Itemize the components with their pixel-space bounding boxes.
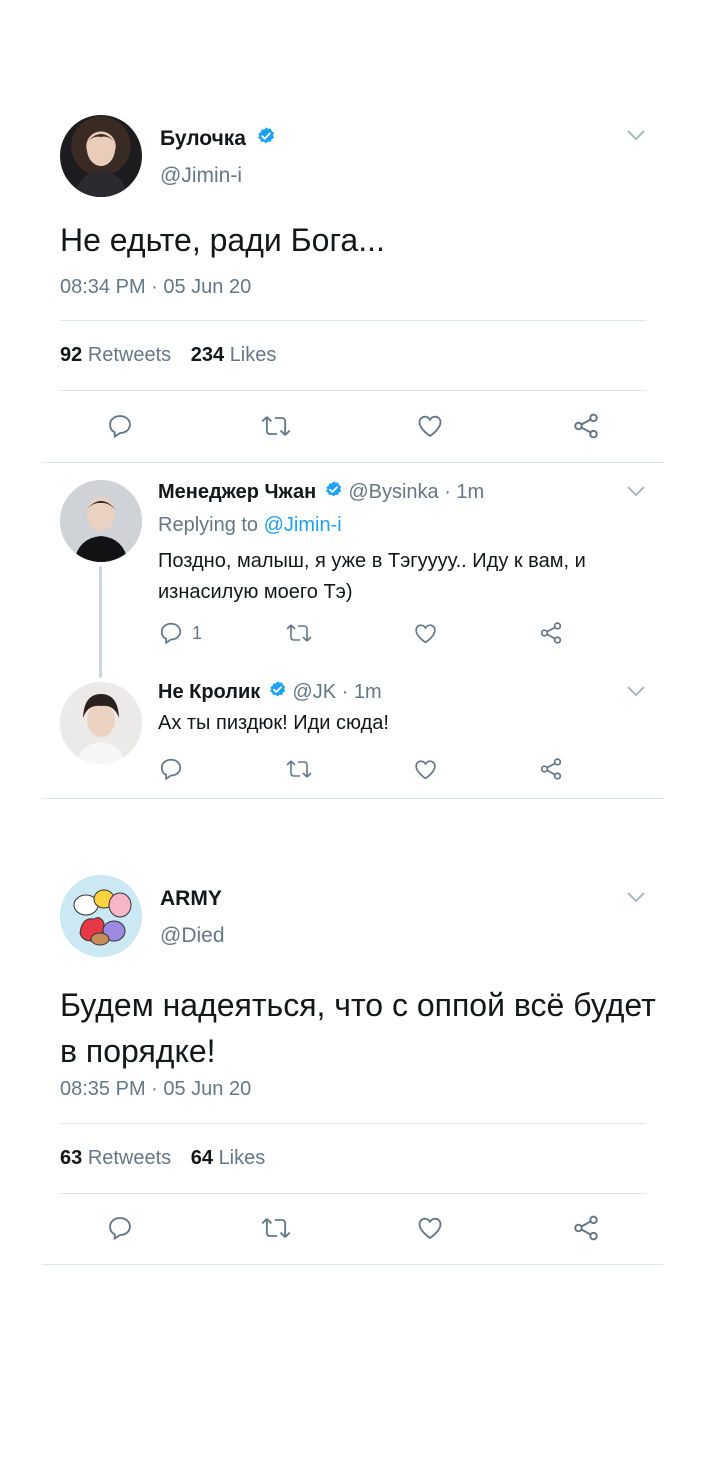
thread-connector-line (99, 566, 102, 678)
share-icon (574, 1215, 598, 1241)
divider (60, 1123, 646, 1124)
likes-count: 64 (190, 1147, 213, 1169)
reply-icon (160, 622, 182, 645)
chevron-down-icon[interactable] (626, 684, 646, 703)
display-name[interactable]: ARMY (160, 887, 222, 910)
reply-icon (160, 758, 182, 781)
avatar-photo-icon (60, 480, 142, 562)
reply-button[interactable] (100, 406, 140, 446)
divider (60, 1193, 646, 1194)
heart-icon (414, 759, 436, 779)
share-icon (574, 413, 598, 439)
retweets-stat[interactable]: 92 Retweets (60, 344, 171, 366)
verified-badge-icon (324, 480, 343, 505)
retweet-icon (286, 760, 312, 778)
chevron-down-icon[interactable] (626, 890, 646, 909)
retweets-count: 63 (60, 1147, 83, 1169)
tweet-text: Будем надеяться, что с оппой всё будет в… (60, 987, 656, 1069)
chevron-down-icon[interactable] (626, 128, 646, 147)
username-handle[interactable]: @Bysinka (348, 481, 438, 503)
divider (42, 462, 664, 463)
avatar-photo-icon (74, 132, 128, 197)
heart-icon (418, 1217, 442, 1240)
retweet-icon (261, 1218, 291, 1238)
verified-badge-icon (256, 126, 276, 153)
chevron-down-icon[interactable] (626, 484, 646, 503)
display-name[interactable]: Менеджер Чжан (158, 481, 316, 503)
divider (42, 1264, 664, 1265)
share-icon (540, 758, 562, 780)
divider (42, 798, 664, 799)
retweet-button[interactable] (256, 1208, 296, 1248)
avatar[interactable] (60, 875, 142, 957)
retweet-button[interactable] (282, 754, 316, 784)
verified-badge-icon (268, 680, 287, 705)
reply-icon (109, 1217, 131, 1241)
share-button[interactable] (534, 754, 568, 784)
likes-count: 234 (190, 344, 225, 366)
reply-button[interactable]: 1 (158, 618, 218, 648)
like-button[interactable] (408, 618, 442, 648)
retweet-button[interactable] (282, 618, 316, 648)
replying-to-link[interactable]: @Jimin-i (264, 514, 342, 536)
retweets-label: Retweets (87, 1147, 172, 1169)
like-button[interactable] (410, 1208, 450, 1248)
display-name[interactable]: Булочка (160, 127, 246, 150)
likes-label: Likes (218, 1147, 266, 1169)
share-button[interactable] (566, 1208, 606, 1248)
divider (60, 320, 646, 321)
like-button[interactable] (410, 406, 450, 446)
retweet-button[interactable] (256, 406, 296, 446)
reply-count: 1 (192, 622, 203, 643)
username-handle[interactable]: @Jimin-i (160, 164, 242, 188)
avatar-characters-icon (60, 875, 142, 957)
heart-icon (414, 623, 436, 643)
display-name[interactable]: Не Кролик (158, 681, 260, 703)
retweets-stat[interactable]: 63 Retweets (60, 1147, 171, 1169)
like-button[interactable] (408, 754, 442, 784)
username-handle[interactable]: @Died (160, 924, 225, 948)
likes-label: Likes (229, 344, 277, 366)
reply-button[interactable] (100, 1208, 140, 1248)
heart-icon (418, 415, 442, 438)
likes-stat[interactable]: 234 Likes (191, 344, 277, 366)
tweet-text: Не едьте, ради Бога... (60, 222, 385, 258)
relative-time: · 1m (341, 681, 382, 703)
avatar[interactable] (60, 115, 142, 197)
reply-text: Поздно, малыш, я уже в Тэгуууу.. Иду к в… (158, 550, 586, 603)
share-button[interactable] (534, 618, 568, 648)
avatar[interactable] (60, 682, 142, 764)
likes-stat[interactable]: 64 Likes (191, 1147, 266, 1169)
engagement-stats: 63 Retweets 64 Likes (60, 1147, 265, 1170)
relative-time: · 1m (444, 481, 485, 503)
retweet-icon (261, 416, 291, 436)
reply-button[interactable] (158, 754, 192, 784)
avatar[interactable] (60, 480, 142, 562)
avatar-photo-icon (60, 682, 142, 764)
replying-to-line: Replying to @Jimin-i (158, 514, 342, 537)
tweet-timestamp[interactable]: 08:34 PM · 05 Jun 20 (60, 276, 251, 299)
retweet-icon (286, 624, 312, 642)
engagement-stats: 92 Retweets 234 Likes (60, 344, 276, 367)
tweet-timestamp[interactable]: 08:35 PM · 05 Jun 20 (60, 1078, 251, 1101)
share-button[interactable] (566, 406, 606, 446)
reply-icon (109, 415, 131, 439)
retweets-label: Retweets (87, 344, 172, 366)
reply-text: Ах ты пиздюк! Иди сюда! (158, 712, 389, 734)
username-handle[interactable]: @JK (292, 681, 336, 703)
share-icon (540, 622, 562, 644)
replying-to-prefix: Replying to (158, 514, 259, 536)
divider (60, 390, 646, 391)
retweets-count: 92 (60, 344, 83, 366)
